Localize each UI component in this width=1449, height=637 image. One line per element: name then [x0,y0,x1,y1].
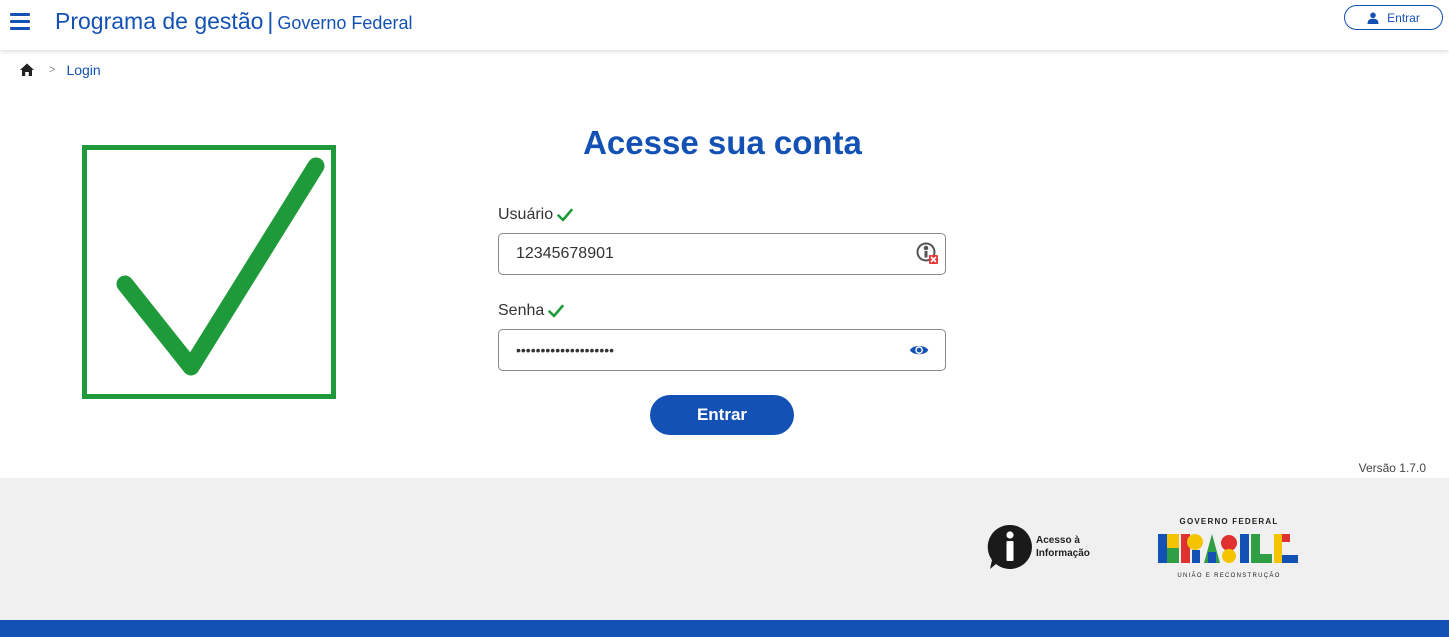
breadcrumb-login[interactable]: Login [66,62,100,78]
large-check-icon [116,157,325,376]
title-separator: | [267,8,274,34]
password-label: Senha [498,302,565,320]
password-check-icon [548,304,565,318]
top-header: Programa de gestão | Governo Federal Entra… [0,0,1449,50]
password-value: •••••••••••••••••••• [516,342,615,358]
hamburger-menu-icon[interactable] [10,13,30,31]
access-info-line1: Acesso à [1036,535,1080,546]
password-input[interactable]: •••••••••••••••••••• [498,329,946,371]
user-icon [1367,12,1379,24]
breadcrumb: > Login [19,62,101,78]
gov-logo-bottom-text: UNIÃO E RECONSTRUÇÃO [1177,573,1281,579]
password-manager-icon[interactable] [915,241,939,265]
username-label-text: Usuário [498,206,554,223]
success-check-image [82,145,336,399]
governo-federal-logo: GOVERNO FEDERAL UNIÃO E RECONSTRUÇÃO [1158,517,1300,582]
home-icon[interactable] [19,62,35,78]
password-label-text: Senha [498,302,545,319]
login-submit-button[interactable]: Entrar [650,395,794,435]
app-title: Programa de gestão | Governo Federal [55,8,412,35]
access-info-link[interactable]: Acesso à Informação [986,524,1090,570]
header-signin-button[interactable]: Entrar [1344,5,1443,30]
login-title: Acesse sua conta [583,124,862,161]
username-check-icon [557,208,573,222]
app-subtitle: Governo Federal [277,13,413,33]
info-icon [987,524,1032,569]
footer-bottom-bar [0,620,1449,637]
version-text: Versão 1.7.0 [1358,461,1426,475]
access-info-line2: Informação [1036,548,1090,559]
gov-logo-top-text: GOVERNO FEDERAL [1179,517,1279,526]
access-info-text: Acesso à Informação [1036,534,1090,560]
username-value: 12345678901 [516,245,614,262]
header-signin-label: Entrar [1387,10,1420,25]
username-label: Usuário [498,206,573,224]
eye-icon[interactable] [909,340,931,362]
username-input[interactable]: 12345678901 [498,233,946,275]
app-title-text: Programa de gestão [55,8,264,34]
brasil-wordmark-logo [1158,534,1298,563]
breadcrumb-separator: > [49,64,56,76]
